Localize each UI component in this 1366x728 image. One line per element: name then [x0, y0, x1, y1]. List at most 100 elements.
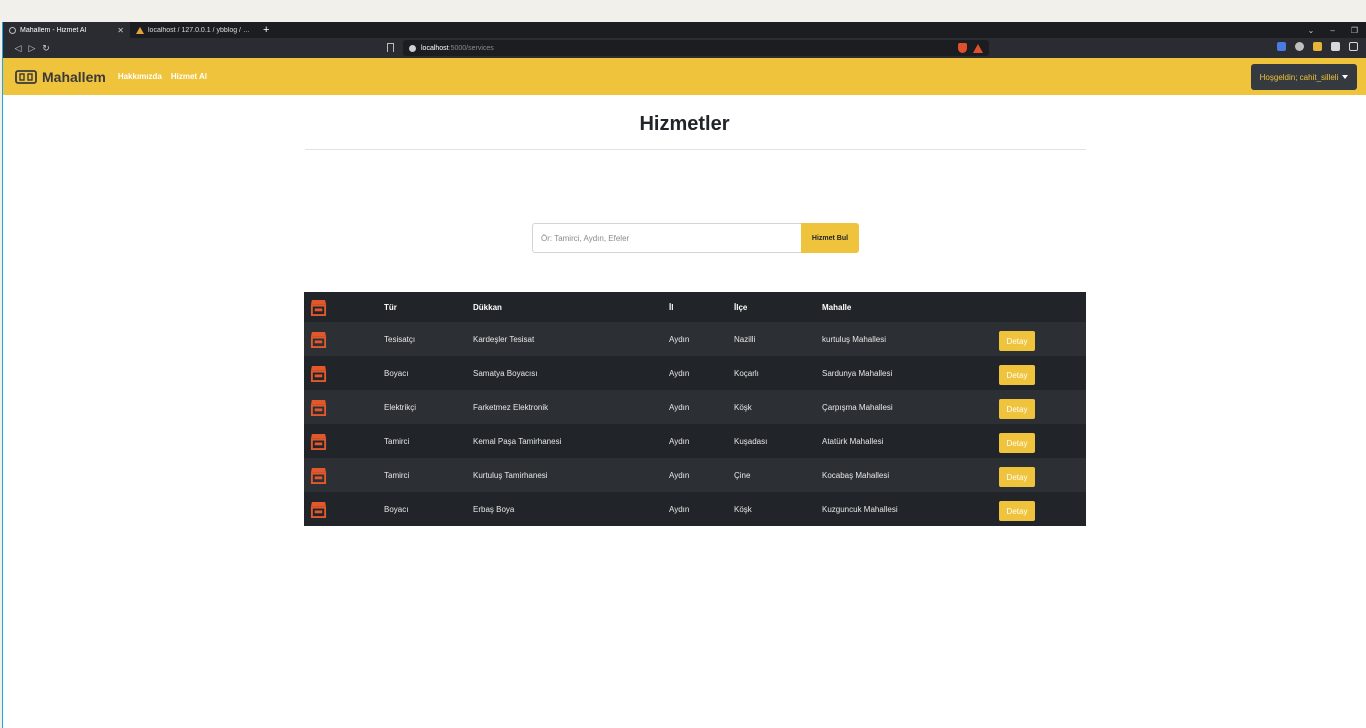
forward-icon[interactable]: ▷	[25, 43, 39, 54]
shop-icon	[310, 467, 327, 484]
search-input[interactable]	[532, 223, 801, 253]
row-icon-cell	[304, 424, 384, 458]
shop-icon	[310, 299, 327, 316]
minimize-icon[interactable]: –	[1330, 26, 1334, 35]
shop-icon	[310, 501, 327, 518]
sidebar-icon[interactable]	[1349, 42, 1358, 51]
cell-type: Elektrikçi	[384, 402, 417, 412]
translate-extension-icon[interactable]	[1277, 42, 1286, 51]
globe-icon	[9, 26, 16, 34]
tab-title: Mahallem - Hizmet Al	[20, 26, 87, 34]
nav-link-about[interactable]: Hakkımızda	[118, 72, 162, 81]
shop-icon	[310, 365, 327, 382]
row-icon-cell	[304, 492, 384, 526]
phpmyadmin-icon	[136, 26, 144, 34]
cell-district: Koçarlı	[734, 368, 759, 378]
cell-district: Çine	[734, 470, 751, 480]
bookmark-icon[interactable]	[387, 43, 394, 52]
cell-neighborhood: Sardunya Mahallesi	[822, 368, 893, 378]
cell-action: Detay	[999, 322, 1086, 356]
shop-icon	[310, 433, 327, 450]
cell-type: Tamirci	[384, 470, 410, 480]
page-title: Hizmetler	[639, 113, 730, 135]
column-header-actions	[999, 292, 1086, 322]
row-icon-cell	[304, 458, 384, 492]
url-path: :5000/services	[448, 44, 494, 52]
window-controls: ⌄ – ❐	[1308, 22, 1358, 38]
extension-icons	[1277, 42, 1358, 51]
user-menu-label: Hoşgeldin; cahit_silleli	[1259, 72, 1339, 82]
extension-icon[interactable]	[1295, 42, 1304, 51]
table-row: Boyacı Samatya Boyacısı Aydın Koçarlı Sardun…	[304, 356, 1086, 390]
browser-toolbar: ◁ ▷ ↻ localhost:5000/services	[3, 38, 1366, 58]
cell-shop: Samatya Boyacısı	[473, 368, 538, 378]
cell-district: Nazilli	[734, 334, 756, 344]
reload-icon[interactable]: ↻	[39, 43, 53, 54]
column-header-province: İl	[669, 302, 674, 312]
cell-shop: Farketmez Elektronik	[473, 402, 549, 412]
table-row: Tamirci Kurtuluş Tamirhanesi Aydın Çine Koca…	[304, 458, 1086, 492]
search-button[interactable]: Hizmet Bul	[801, 223, 859, 253]
nav-link-services[interactable]: Hizmet Al	[171, 72, 207, 81]
detail-button[interactable]: Detay	[999, 365, 1035, 385]
logo-icon	[15, 69, 37, 84]
cell-shop: Kemal Paşa Tamirhanesi	[473, 436, 562, 446]
cell-neighborhood: kurtuluş Mahallesi	[822, 334, 887, 344]
shop-icon	[310, 331, 327, 348]
browser-tab-active[interactable]: Mahallem - Hizmet Al ✕	[3, 22, 130, 38]
row-icon-cell	[304, 390, 384, 424]
caret-down-icon	[1342, 75, 1349, 79]
tab-title: localhost / 127.0.0.1 / ybblog / users |	[148, 26, 251, 34]
url-text: localhost:5000/services	[421, 45, 494, 52]
detail-button[interactable]: Detay	[999, 399, 1035, 419]
back-icon[interactable]: ◁	[11, 43, 25, 54]
column-header-shop: Dükkan	[473, 302, 502, 312]
cell-district: Kuşadası	[734, 436, 768, 446]
table-row: Boyacı Erbaş Boya Aydın Köşk Kuzguncuk Mahal…	[304, 492, 1086, 526]
new-tab-button[interactable]: +	[257, 24, 275, 36]
column-header-type: Tür	[384, 302, 397, 312]
cell-province: Aydın	[669, 334, 690, 344]
cell-action: Detay	[999, 458, 1086, 492]
row-icon-cell	[304, 356, 384, 390]
url-actions	[958, 43, 983, 53]
brave-shield-icon[interactable]	[958, 43, 967, 53]
services-table: Tür Dükkan İl İlçe Mahalle Tesisatçı Kard…	[304, 292, 1086, 526]
cell-province: Aydın	[669, 402, 690, 412]
cell-type: Tamirci	[384, 436, 410, 446]
cell-action: Detay	[999, 492, 1086, 526]
table-body: Tesisatçı Kardeşler Tesisat Aydın Nazilli ku…	[304, 322, 1086, 526]
brave-rewards-icon[interactable]	[973, 43, 983, 53]
extension-icon[interactable]	[1313, 42, 1322, 51]
cell-province: Aydın	[669, 436, 690, 446]
browser-tab[interactable]: localhost / 127.0.0.1 / ybblog / users |	[130, 22, 257, 38]
brand-name[interactable]: Mahallem	[42, 69, 106, 85]
detail-button[interactable]: Detay	[999, 501, 1035, 521]
cell-type: Boyacı	[384, 504, 409, 514]
cell-neighborhood: Atatürk Mahallesi	[822, 436, 884, 446]
site-header: Mahallem Hakkımızda Hizmet Al Hoşgeldin;…	[3, 58, 1366, 95]
main-content: Hizmetler Hizmet Bul	[3, 95, 1366, 728]
column-header-neighborhood: Mahalle	[822, 302, 852, 312]
detail-button[interactable]: Detay	[999, 467, 1035, 487]
cell-action: Detay	[999, 356, 1086, 390]
cell-action: Detay	[999, 390, 1086, 424]
column-header-district: İlçe	[734, 302, 748, 312]
cell-type: Tesisatçı	[384, 334, 416, 344]
row-icon-cell	[304, 322, 384, 356]
puzzle-icon[interactable]	[1331, 42, 1340, 51]
cell-type: Boyacı	[384, 368, 409, 378]
cell-neighborhood: Kocabaş Mahallesi	[822, 470, 890, 480]
tab-search-icon[interactable]: ⌄	[1308, 26, 1315, 35]
table-row: Elektrikçi Farketmez Elektronik Aydın Köşk Ç…	[304, 390, 1086, 424]
search-form: Hizmet Bul	[532, 223, 859, 253]
user-menu-dropdown[interactable]: Hoşgeldin; cahit_silleli	[1251, 64, 1357, 90]
url-host: localhost	[421, 44, 449, 52]
close-icon[interactable]: ✕	[117, 26, 124, 35]
detail-button[interactable]: Detay	[999, 433, 1035, 453]
cell-province: Aydın	[669, 470, 690, 480]
maximize-icon[interactable]: ❐	[1351, 26, 1358, 35]
address-bar[interactable]: localhost:5000/services	[403, 40, 989, 56]
info-icon[interactable]	[409, 44, 416, 52]
detail-button[interactable]: Detay	[999, 331, 1035, 351]
